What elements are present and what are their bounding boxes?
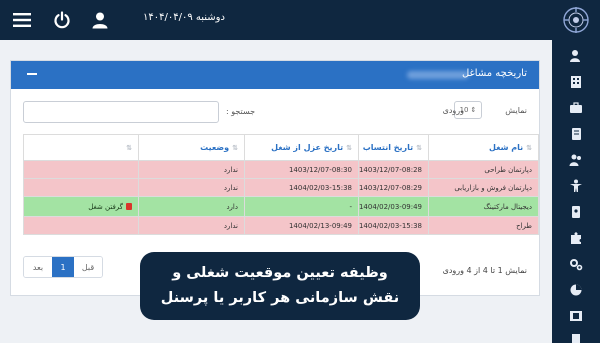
table-header-row: ⇅نام شغل ⇅تاریخ انتساب ⇅تاریخ عزل از شغل… bbox=[23, 134, 539, 161]
cell-job: طراح bbox=[428, 216, 539, 235]
cell-action bbox=[23, 216, 139, 235]
remove-job-link[interactable]: گرفتن شغل bbox=[88, 202, 132, 211]
show-label: نمایش bbox=[505, 106, 527, 115]
cell-removed: - bbox=[244, 196, 359, 217]
cell-assigned: 1404/02/03-09:49 bbox=[358, 196, 429, 217]
col-header-job-name[interactable]: ⇅نام شغل bbox=[428, 134, 539, 161]
notebook-icon[interactable] bbox=[568, 126, 584, 142]
cell-action: گرفتن شغل bbox=[23, 196, 139, 217]
sort-icon: ⇅ bbox=[346, 144, 352, 152]
table-row: دیجیتال مارکتینگ 1404/02/03-09:49 - دارد… bbox=[23, 196, 539, 217]
blurred-user-name bbox=[407, 71, 469, 79]
search-input[interactable] bbox=[23, 101, 219, 123]
feature-caption: وظیفه تعیین موقعیت شغلی و نقش سازمانی هر… bbox=[140, 252, 420, 320]
col-header-status[interactable]: ⇅وضعیت bbox=[138, 134, 245, 161]
cell-action bbox=[23, 178, 139, 197]
briefcase-icon[interactable] bbox=[568, 100, 584, 116]
person-icon[interactable] bbox=[568, 178, 584, 194]
col-header-removed-date[interactable]: ⇅تاریخ عزل از شغل bbox=[244, 134, 359, 161]
cell-action bbox=[23, 160, 139, 179]
pagination: بعد 1 قبل bbox=[23, 256, 103, 278]
building-icon[interactable] bbox=[568, 74, 584, 90]
cell-removed: 1404/02/03-15:38 bbox=[244, 178, 359, 197]
sort-icon: ⇅ bbox=[526, 144, 532, 152]
caption-line-2: نقش سازمانی هر کاربر یا پرسنل bbox=[160, 290, 400, 306]
users-group-icon[interactable] bbox=[568, 152, 584, 168]
next-page-button[interactable]: بعد bbox=[24, 257, 52, 277]
cell-assigned: 1403/12/07-08:28 bbox=[358, 160, 429, 179]
cell-status: ندارد bbox=[138, 216, 245, 235]
cell-status: ندارد bbox=[138, 178, 245, 197]
sort-icon: ⇅ bbox=[416, 144, 422, 152]
cell-job: دپارتمان طراحی bbox=[428, 160, 539, 179]
cell-assigned: 1403/12/07-08:29 bbox=[358, 178, 429, 197]
gears-icon[interactable] bbox=[568, 256, 584, 272]
prev-page-button[interactable]: قبل bbox=[74, 257, 102, 277]
caption-line-1: وظیفه تعیین موقعیت شغلی و bbox=[172, 265, 388, 281]
document-icon[interactable] bbox=[568, 332, 584, 343]
cell-job: دیجیتال مارکتینگ bbox=[428, 196, 539, 217]
current-date: دوشنبه ۱۴۰۴/۰۴/۰۹ bbox=[143, 12, 225, 23]
top-navbar: دوشنبه ۱۴۰۴/۰۴/۰۹ bbox=[0, 0, 552, 40]
sort-icon: ⇅ bbox=[126, 144, 132, 152]
sort-icon: ⇅ bbox=[232, 144, 238, 152]
film-icon[interactable] bbox=[568, 308, 584, 324]
app-logo[interactable] bbox=[561, 5, 591, 35]
cell-removed: 1403/12/07-08:30 bbox=[244, 160, 359, 179]
job-history-table: ⇅نام شغل ⇅تاریخ انتساب ⇅تاریخ عزل از شغل… bbox=[23, 134, 539, 235]
hamburger-menu-icon[interactable] bbox=[10, 8, 34, 32]
cell-assigned: 1404/02/03-15:38 bbox=[358, 216, 429, 235]
table-row: دپارتمان طراحی 1403/12/07-08:28 1403/12/… bbox=[23, 160, 539, 179]
id-badge-icon[interactable] bbox=[568, 204, 584, 220]
table-row: طراح 1404/02/03-15:38 1404/02/13-09:49 ن… bbox=[23, 216, 539, 235]
user-settings-icon[interactable] bbox=[568, 48, 584, 64]
table-row: دپارتمان فروش و بازاریابی 1403/12/07-08:… bbox=[23, 178, 539, 197]
cell-status: ندارد bbox=[138, 160, 245, 179]
cell-status: دارد bbox=[138, 196, 245, 217]
pie-chart-icon[interactable] bbox=[568, 282, 584, 298]
cell-job: دپارتمان فروش و بازاریابی bbox=[428, 178, 539, 197]
search-label: جستجو : bbox=[226, 107, 256, 116]
select-arrows-icon: ⇕ bbox=[470, 106, 477, 114]
col-header-assigned-date[interactable]: ⇅تاریخ انتساب bbox=[358, 134, 429, 161]
entries-label: ورودی bbox=[442, 106, 464, 115]
right-sidebar bbox=[552, 0, 600, 343]
panel-title: تاریخچه مشاغل bbox=[461, 68, 527, 79]
trash-icon bbox=[126, 202, 132, 210]
cell-removed: 1404/02/13-09:49 bbox=[244, 216, 359, 235]
panel-header: تاریخچه مشاغل bbox=[11, 61, 539, 89]
power-icon[interactable] bbox=[50, 8, 74, 32]
col-header-actions[interactable]: ⇅ bbox=[23, 134, 139, 161]
page-1-button[interactable]: 1 bbox=[52, 257, 74, 277]
collapse-minus-icon[interactable] bbox=[27, 73, 37, 75]
puzzle-icon[interactable] bbox=[568, 230, 584, 246]
pagination-info: نمایش 1 تا 4 از 4 ورودی bbox=[442, 266, 527, 275]
user-profile-icon[interactable] bbox=[88, 8, 112, 32]
